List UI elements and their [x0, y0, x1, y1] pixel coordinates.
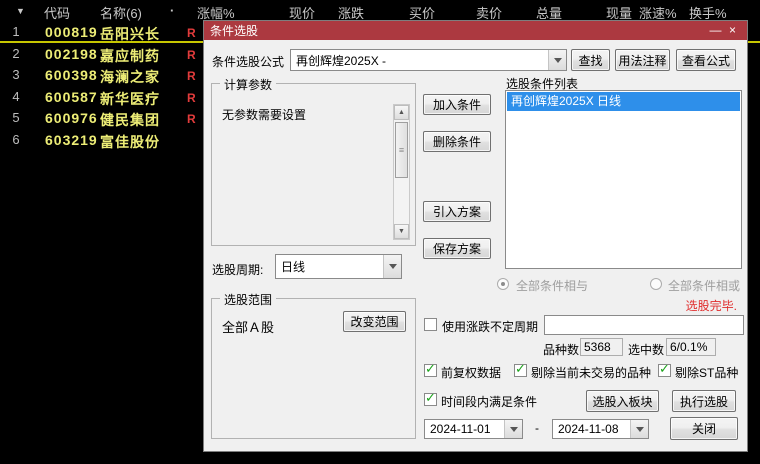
check-icon: ✓	[659, 361, 670, 376]
row-index: 1	[12, 24, 20, 39]
margin-badge: R	[187, 91, 196, 105]
period-select[interactable]: 日线	[275, 254, 402, 279]
sort-icon[interactable]: ▼	[16, 6, 25, 16]
row-index: 6	[12, 132, 20, 147]
date-to-value: 2024-11-08	[558, 422, 619, 436]
col-name[interactable]: 名称(6)	[100, 3, 142, 22]
add-condition-button[interactable]: 加入条件	[423, 94, 491, 115]
date-from-select[interactable]: 2024-11-01	[424, 419, 523, 439]
checkbox-time-range[interactable]: ✓	[424, 390, 437, 406]
chevron-down-icon[interactable]	[504, 420, 522, 438]
date-separator: -	[535, 421, 539, 435]
chevron-down-icon[interactable]	[383, 255, 401, 278]
calc-params-group: 计算参数 无参数需要设置 ▲ ≡ ▼	[211, 76, 416, 246]
row-index: 3	[12, 67, 20, 82]
row-index: 2	[12, 46, 20, 61]
stock-name: 健民集团	[100, 112, 160, 128]
no-params-text: 无参数需要设置	[222, 108, 307, 122]
stock-code: 600398	[45, 67, 98, 83]
row-index: 4	[12, 89, 20, 104]
checkbox-exclude-st[interactable]: ✓	[658, 361, 671, 377]
stock-code: 600976	[45, 110, 98, 126]
check-icon: ✓	[515, 361, 526, 376]
params-scrollbar[interactable]: ▲ ≡ ▼	[393, 104, 410, 240]
margin-badge: R	[187, 26, 196, 40]
check-icon: ✓	[425, 361, 436, 376]
total-count-field: 5368	[580, 338, 623, 356]
checkbox-exclude-untradable-label[interactable]: 剔除当前未交易的品种	[531, 364, 651, 381]
formula-label: 条件选股公式	[212, 55, 285, 69]
close-icon[interactable]: ×	[724, 22, 741, 39]
formula-value: 再创辉煌2025X -	[296, 53, 387, 68]
import-plan-button[interactable]: 引入方案	[423, 201, 491, 222]
formula-select[interactable]: 再创辉煌2025X -	[290, 49, 567, 71]
checkbox-exclude-st-label[interactable]: 剔除ST品种	[675, 364, 738, 381]
period-value: 日线	[281, 260, 306, 274]
stock-name: 富佳股份	[100, 134, 160, 150]
close-button[interactable]: 关闭	[670, 417, 738, 440]
stock-name: 新华医疗	[100, 91, 160, 107]
scrollbar-thumb[interactable]: ≡	[395, 122, 408, 178]
total-count-label: 品种数	[543, 343, 580, 357]
stock-code: 002198	[45, 46, 98, 62]
chevron-down-icon[interactable]	[548, 50, 566, 70]
checkbox-unfixed-period[interactable]	[424, 318, 437, 331]
minimize-button[interactable]: —	[707, 22, 724, 39]
checkbox-forward-adjust-label[interactable]: 前复权数据	[441, 364, 501, 381]
condition-list-item-selected[interactable]: 再创辉煌2025X 日线	[507, 92, 740, 111]
checkbox-unfixed-period-label[interactable]: 使用涨跌不定周期	[442, 318, 538, 335]
stock-code: 000819	[45, 24, 98, 40]
date-from-value: 2024-11-01	[430, 422, 491, 436]
stock-name: 嘉应制药	[100, 48, 160, 64]
stock-name: 海澜之家	[100, 69, 160, 85]
period-label: 选股周期:	[212, 263, 264, 277]
screen: ▼ 代码 名称(6) · 涨幅% 现价 涨跌 买价 卖价 总量 现量 涨速% 换…	[0, 0, 760, 464]
condition-listbox[interactable]: 再创辉煌2025X 日线	[505, 90, 742, 269]
margin-badge: R	[187, 112, 196, 126]
delete-condition-button[interactable]: 删除条件	[423, 131, 491, 152]
scroll-down-icon[interactable]: ▼	[394, 224, 409, 239]
condition-stock-dialog: 条件选股 — × 条件选股公式 再创辉煌2025X - 查找 用法注释 查看公式…	[203, 20, 748, 452]
range-group: 选股范围 全部Ａ股 改变范围	[211, 291, 416, 439]
checkbox-time-range-label[interactable]: 时间段内满足条件	[441, 393, 537, 410]
date-to-select[interactable]: 2024-11-08	[552, 419, 649, 439]
radio-all-or[interactable]	[650, 278, 662, 290]
row-index: 5	[12, 110, 20, 125]
usage-note-button[interactable]: 用法注释	[615, 49, 670, 71]
checkbox-forward-adjust[interactable]: ✓	[424, 361, 437, 377]
selected-count-field: 6/0.1%	[666, 338, 716, 356]
radio-all-and[interactable]	[497, 278, 509, 290]
col-dot[interactable]: ·	[170, 3, 174, 18]
change-range-button[interactable]: 改变范围	[343, 311, 406, 332]
range-label: 选股范围	[220, 291, 277, 308]
chevron-down-icon[interactable]	[630, 420, 648, 438]
execute-pick-button[interactable]: 执行选股	[672, 390, 736, 412]
stock-code: 603219	[45, 132, 98, 148]
scroll-up-icon[interactable]: ▲	[394, 105, 409, 120]
find-button[interactable]: 查找	[571, 49, 610, 71]
unfixed-period-input[interactable]	[544, 315, 744, 335]
margin-badge: R	[187, 69, 196, 83]
status-text: 选股完毕.	[685, 299, 737, 313]
radio-all-and-label[interactable]: 全部条件相与	[516, 277, 588, 294]
calc-params-label: 计算参数	[220, 76, 277, 93]
check-icon: ✓	[425, 390, 436, 405]
dialog-titlebar[interactable]: 条件选股 — ×	[204, 21, 747, 40]
margin-badge: R	[187, 48, 196, 62]
col-code[interactable]: 代码	[44, 3, 70, 22]
pick-to-block-button[interactable]: 选股入板块	[586, 390, 659, 412]
selected-count-label: 选中数	[628, 343, 665, 357]
radio-all-or-label[interactable]: 全部条件相或	[668, 277, 740, 294]
save-plan-button[interactable]: 保存方案	[423, 238, 491, 259]
range-value: 全部Ａ股	[222, 320, 275, 335]
view-formula-button[interactable]: 查看公式	[676, 49, 736, 71]
grip-icon: ≡	[398, 145, 405, 155]
stock-code: 600587	[45, 89, 98, 105]
dialog-title: 条件选股	[210, 24, 259, 38]
checkbox-exclude-untradable[interactable]: ✓	[514, 361, 527, 377]
